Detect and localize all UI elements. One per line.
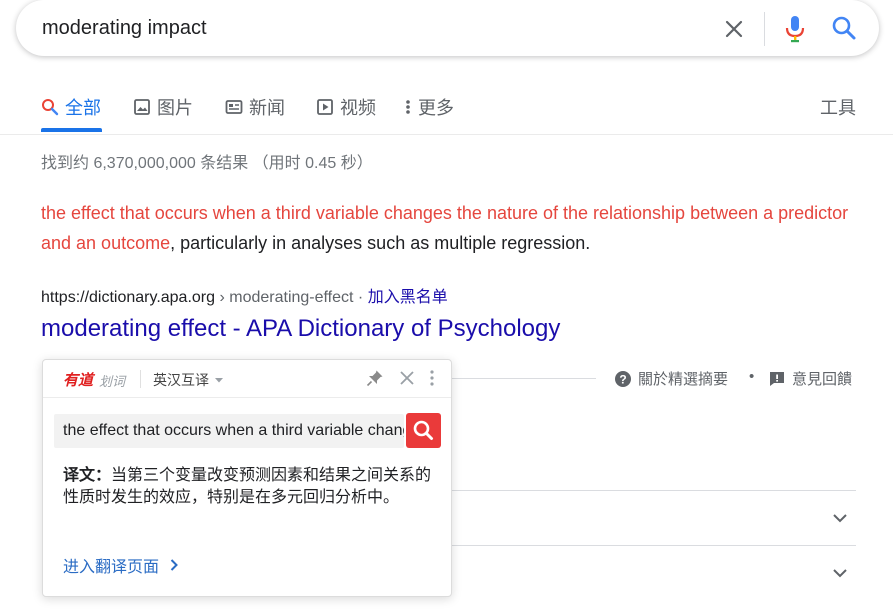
- youdao-translate-popup: 有道 划词 英汉互译 the effect that occurs when a…: [42, 359, 452, 597]
- about-featured-snippets[interactable]: ? 關於精選摘要: [614, 368, 728, 389]
- search-divider: [764, 12, 765, 46]
- tools-button[interactable]: 工具: [820, 94, 856, 120]
- translation-result: 译文：当第三个变量改变预测因素和结果之间关系的性质时发生的效应，特别是在多元回归…: [63, 465, 433, 509]
- translation-label: 译文：: [63, 467, 112, 484]
- cite-separator: ·: [353, 289, 368, 306]
- tab-label: 更多: [418, 98, 454, 118]
- chevron-down-icon[interactable]: [830, 563, 850, 583]
- translation-text: 当第三个变量改变预测因素和结果之间关系的性质时发生的效应，特别是在多元回归分析中…: [63, 467, 432, 506]
- youdao-logo: 有道: [63, 372, 94, 389]
- help-icon: ?: [615, 370, 631, 387]
- search-tabs: 全部 图片 新闻 视频 更多 工具: [0, 84, 893, 135]
- close-icon[interactable]: [399, 370, 415, 386]
- header-divider: [140, 370, 141, 388]
- more-vert-icon: [406, 100, 410, 114]
- translate-search-button[interactable]: [406, 413, 441, 448]
- feedback-label: 意見回饋: [792, 371, 853, 388]
- tab-label: 视频: [340, 98, 376, 118]
- tab-label: 全部: [65, 98, 101, 118]
- tab-more[interactable]: 更多: [404, 94, 454, 120]
- related-question-divider: [441, 490, 856, 491]
- feedback-link[interactable]: 意見回饋: [768, 368, 852, 389]
- news-icon: [225, 100, 243, 114]
- search-bar: moderating impact: [16, 0, 879, 56]
- pin-icon[interactable]: [366, 369, 384, 387]
- open-translate-page-link[interactable]: 进入翻译页面: [63, 553, 179, 577]
- close-icon[interactable]: [722, 17, 746, 41]
- search-icon: [413, 420, 433, 440]
- block-site-link[interactable]: 加入黑名单: [368, 289, 448, 306]
- image-icon: [134, 99, 150, 115]
- tab-videos[interactable]: 视频: [316, 94, 376, 120]
- result-title-link[interactable]: moderating effect - APA Dictionary of Ps…: [41, 315, 560, 343]
- language-mode-select[interactable]: 英汉互译: [153, 370, 225, 390]
- chevron-down-icon[interactable]: [830, 508, 850, 528]
- tab-label: 新闻: [249, 98, 285, 118]
- search-icon: [42, 99, 59, 116]
- microphone-icon[interactable]: [783, 14, 807, 44]
- feedback-icon: [770, 371, 784, 386]
- featured-snippet: the effect that occurs when a third vari…: [41, 198, 861, 258]
- video-icon: [317, 99, 333, 115]
- snippet-text: , particularly in analyses such as multi…: [170, 233, 591, 253]
- active-tab-indicator: [41, 128, 102, 132]
- tab-images[interactable]: 图片: [133, 94, 193, 120]
- result-stats: 找到约 6,370,000,000 条结果 （用时 0.45 秒）: [41, 155, 373, 172]
- language-mode-label: 英汉互译: [153, 372, 209, 388]
- footer-dot: •: [749, 368, 755, 385]
- search-input[interactable]: moderating impact: [42, 17, 207, 40]
- caret-down-icon: [215, 378, 223, 383]
- tab-label: 图片: [157, 98, 193, 118]
- chevron-right-icon: [170, 559, 178, 571]
- result-path: › moderating-effect: [215, 289, 354, 306]
- translate-input[interactable]: the effect that occurs when a third vari…: [54, 414, 404, 448]
- related-question-divider: [441, 545, 856, 546]
- snippet-divider: [441, 378, 596, 379]
- more-vert-icon[interactable]: [429, 369, 435, 387]
- svg-text:?: ?: [619, 372, 626, 386]
- about-label: 關於精選摘要: [638, 371, 729, 388]
- open-translate-page-label: 进入翻译页面: [63, 559, 160, 576]
- popup-header: 有道 划词 英汉互译: [43, 360, 451, 398]
- result-domain[interactable]: https://dictionary.apa.org: [41, 289, 215, 306]
- youdao-sub-logo: 划词: [99, 374, 126, 389]
- result-cite: https://dictionary.apa.org › moderating-…: [41, 283, 448, 307]
- tab-news[interactable]: 新闻: [225, 94, 285, 120]
- search-icon[interactable]: [831, 15, 857, 41]
- tab-all[interactable]: 全部: [41, 94, 101, 120]
